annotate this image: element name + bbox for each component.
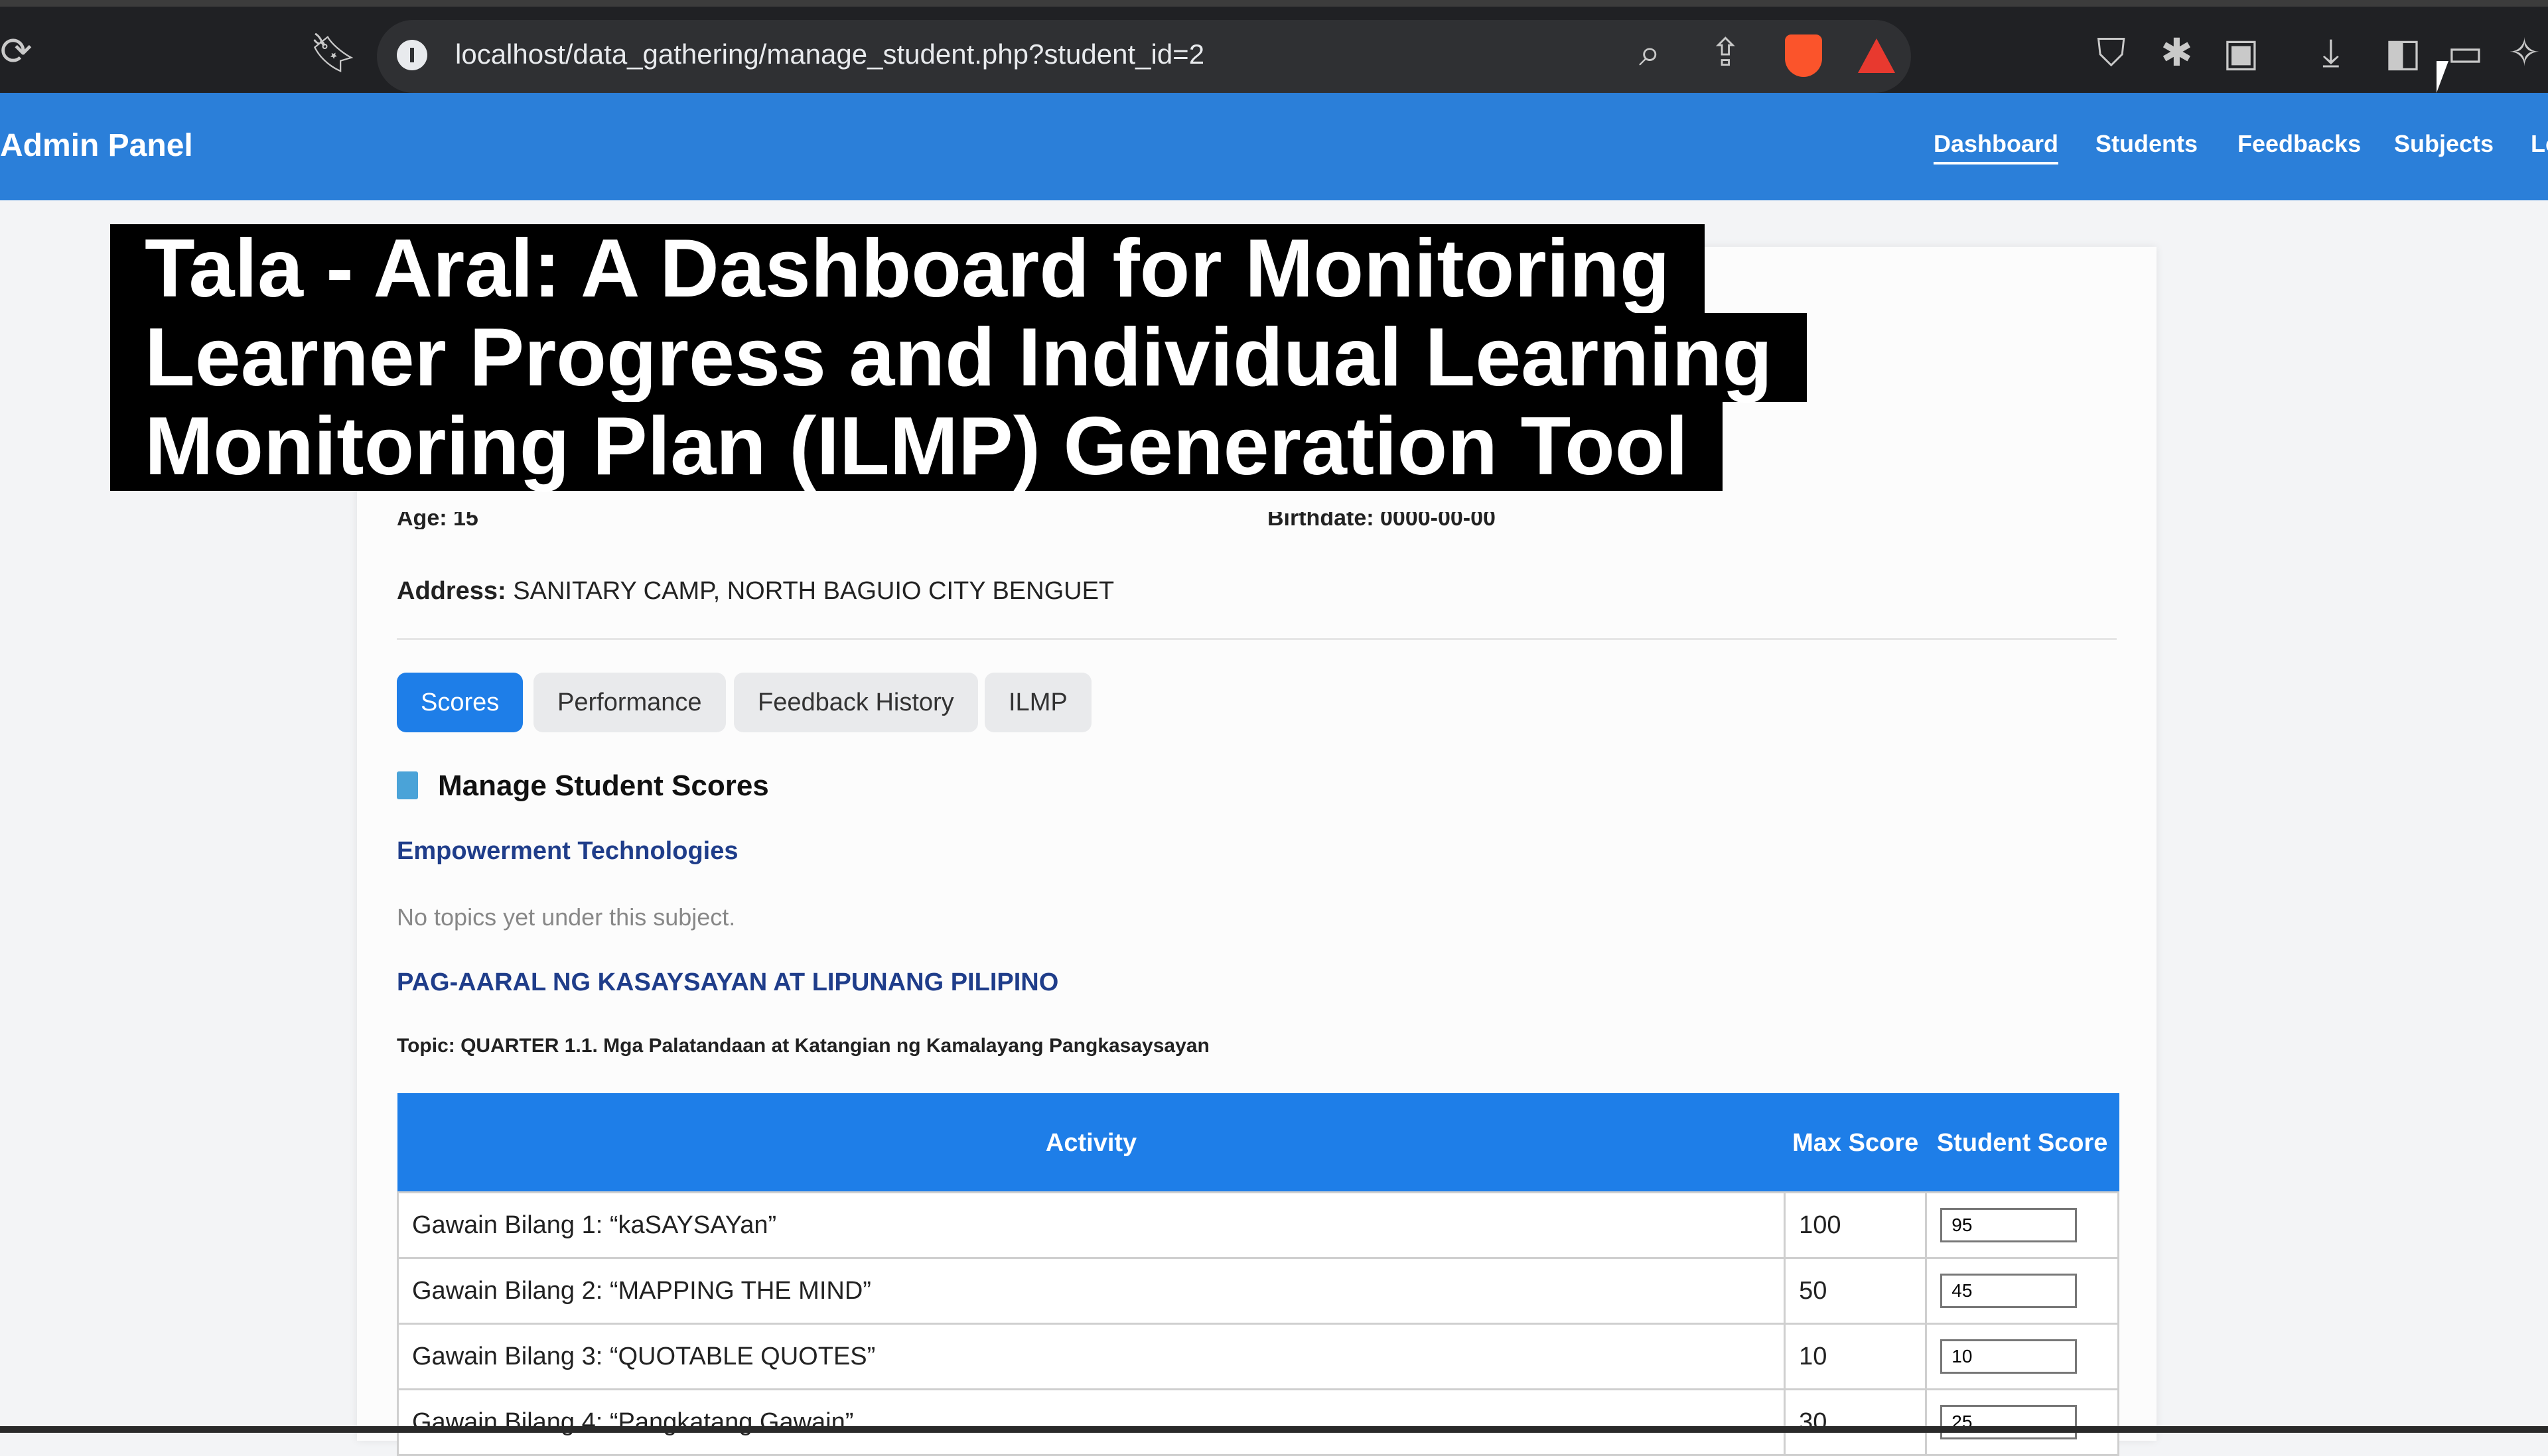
header-activity: Activity <box>397 1093 1786 1193</box>
score-cell <box>1925 1388 2119 1456</box>
max-score-cell: 10 <box>1784 1323 1928 1390</box>
max-score-cell: 50 <box>1784 1257 1928 1325</box>
score-cell <box>1925 1257 2119 1325</box>
score-cell <box>1925 1191 2119 1259</box>
score-input[interactable] <box>1940 1339 2078 1374</box>
score-input[interactable] <box>1940 1405 2078 1439</box>
manage-scores-title: Manage Student Scores <box>438 769 769 802</box>
nav-feedbacks[interactable]: Feedbacks <box>2237 130 2361 158</box>
bookmark-icon[interactable]: 🔖︎ <box>309 33 358 72</box>
info-icon[interactable] <box>397 40 427 70</box>
address-label: Address: <box>397 577 506 605</box>
brave-rewards-icon[interactable] <box>1858 38 1895 73</box>
browser-toolbar: ⟳ 🔖︎ localhost/data_gathering/manage_stu… <box>0 0 2548 93</box>
manage-scores-heading: Manage Student Scores <box>397 769 769 803</box>
caption-line-3: Monitoring Plan (ILMP) Generation Tool <box>110 402 1723 491</box>
student-age: Age: 15 <box>397 512 478 529</box>
table-row: Gawain Bilang 4: “Pangkatang Gawain” 30 <box>396 1388 2119 1456</box>
activity-cell: Gawain Bilang 4: “Pangkatang Gawain” <box>396 1388 1786 1456</box>
sidebar-icon[interactable]: ◧ <box>2385 33 2421 72</box>
divider <box>397 638 2117 640</box>
header-student-score: Student Score <box>1925 1093 2119 1193</box>
nav-subjects[interactable]: Subjects <box>2394 130 2494 158</box>
reload-icon[interactable]: ⟳ <box>0 32 33 70</box>
leo-icon[interactable]: ✧ <box>2508 33 2541 72</box>
subject-kasaysayan: PAG-AARAL NG KASAYSAYAN AT LIPUNANG PILI… <box>397 968 1059 996</box>
table-row: Gawain Bilang 3: “QUOTABLE QUOTES” 10 <box>396 1323 2119 1390</box>
score-input[interactable] <box>1940 1274 2078 1308</box>
share-icon[interactable]: ⇪ <box>1709 33 1742 72</box>
tab-search-icon[interactable]: ▣ <box>2223 33 2259 72</box>
activity-cell: Gawain Bilang 3: “QUOTABLE QUOTES” <box>396 1323 1786 1390</box>
student-birthdate: Birthdate: 0000-00-00 <box>1267 512 1496 529</box>
address-value: SANITARY CAMP, NORTH BAGUIO CITY BENGUET <box>513 577 1115 605</box>
no-topics-message: No topics yet under this subject. <box>397 903 736 931</box>
brand-title[interactable]: Admin Panel <box>0 127 193 164</box>
extensions-icon[interactable]: ✱ <box>2160 33 2193 72</box>
download-icon[interactable]: ⤓ <box>2322 33 2340 72</box>
score-cell <box>1925 1323 2119 1390</box>
zoom-icon[interactable]: ⌕ <box>1639 33 1660 72</box>
activity-cell: Gawain Bilang 1: “kaSAYSAYan” <box>396 1191 1786 1259</box>
header-max-score: Max Score <box>1784 1093 1927 1193</box>
score-input[interactable] <box>1940 1208 2078 1242</box>
student-address: Address: SANITARY CAMP, NORTH BAGUIO CIT… <box>397 577 1114 606</box>
scores-table: Activity Max Score Student Score Gawain … <box>396 1093 2119 1456</box>
tab-feedback-history[interactable]: Feedback History <box>734 673 978 732</box>
tab-scores[interactable]: Scores <box>397 673 524 732</box>
max-score-cell: 100 <box>1784 1191 1928 1259</box>
caption-line-2: Learner Progress and Individual Learning <box>110 313 1807 402</box>
nav-logout[interactable]: Lo <box>2531 130 2548 158</box>
admin-navbar: Admin Panel Dashboard Students Feedbacks… <box>0 93 2548 200</box>
address-bar[interactable]: localhost/data_gathering/manage_student.… <box>377 20 1911 93</box>
mouse-cursor <box>2437 61 2448 93</box>
max-score-cell: 30 <box>1784 1388 1928 1456</box>
brave-shield-icon[interactable] <box>1785 34 1822 77</box>
nav-students[interactable]: Students <box>2095 130 2198 158</box>
bottom-edge <box>0 1426 2548 1433</box>
table-row: Gawain Bilang 1: “kaSAYSAYan” 100 <box>396 1191 2119 1259</box>
tab-performance[interactable]: Performance <box>533 673 726 732</box>
tab-ilmp[interactable]: ILMP <box>985 673 1092 732</box>
topic-label: Topic: QUARTER 1.1. Mga Palatandaan at K… <box>397 1035 1210 1057</box>
shield-icon[interactable]: ⛉ <box>2097 33 2126 72</box>
nav-dashboard[interactable]: Dashboard <box>1934 130 2059 165</box>
table-row: Gawain Bilang 2: “MAPPING THE MIND” 50 <box>396 1257 2119 1325</box>
activity-cell: Gawain Bilang 2: “MAPPING THE MIND” <box>396 1257 1786 1325</box>
url-text[interactable]: localhost/data_gathering/manage_student.… <box>455 38 1204 70</box>
book-icon <box>397 771 418 799</box>
wallet-icon[interactable]: ▭ <box>2447 33 2484 72</box>
subject-empowerment: Empowerment Technologies <box>397 837 739 865</box>
table-header-row: Activity Max Score Student Score <box>397 1093 2119 1193</box>
caption-line-1: Tala - Aral: A Dashboard for Monitoring <box>110 224 1705 313</box>
